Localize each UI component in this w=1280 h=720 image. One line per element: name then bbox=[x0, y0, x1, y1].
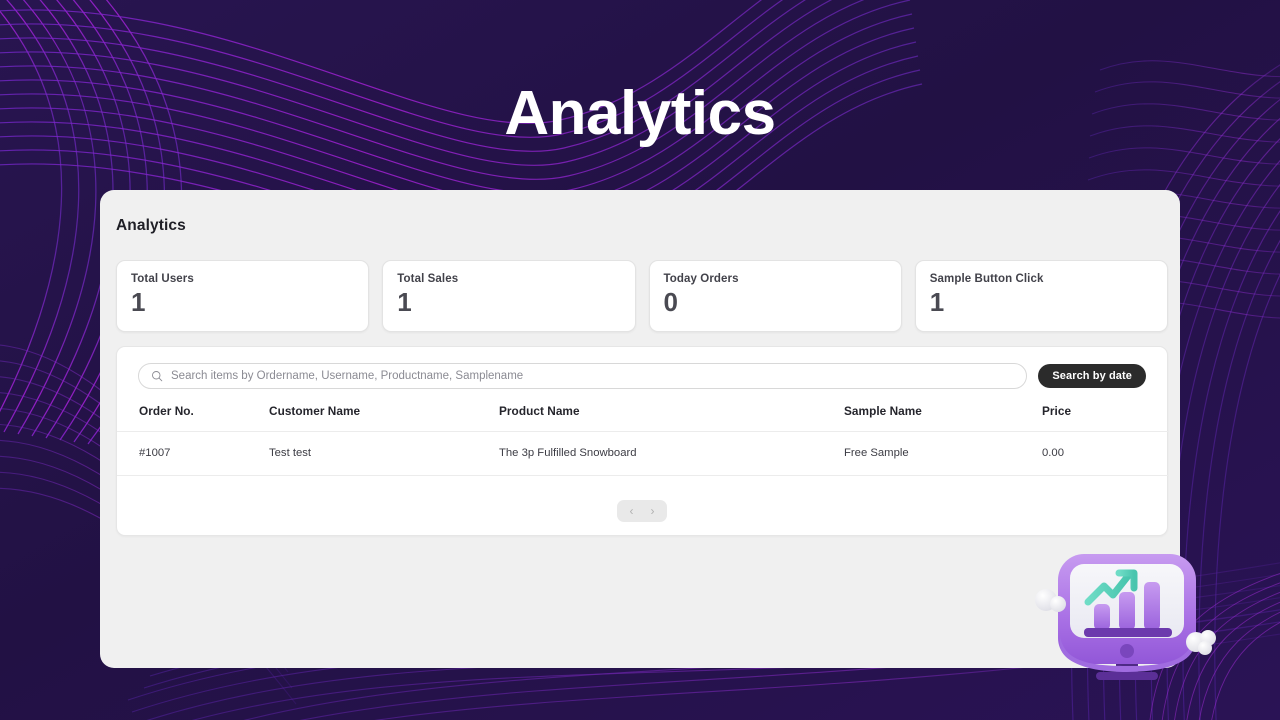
stat-card-total-users: Total Users 1 bbox=[116, 260, 370, 332]
search-input[interactable] bbox=[171, 365, 1015, 387]
stat-value: 0 bbox=[663, 287, 678, 317]
panel-heading: Analytics bbox=[116, 217, 186, 234]
stat-value: 1 bbox=[929, 287, 945, 317]
stat-label: Total Sales bbox=[397, 273, 459, 285]
cell-sample-name: Free Sample bbox=[844, 431, 1042, 476]
page-title: Analytics bbox=[504, 79, 776, 148]
stat-label: Total Users bbox=[131, 273, 194, 285]
stat-label: Sample Button Click bbox=[929, 273, 1044, 285]
chevron-left-icon[interactable]: ‹ bbox=[621, 500, 642, 522]
column-header-order-no: Order No. bbox=[117, 400, 269, 432]
stat-value: 1 bbox=[131, 287, 146, 317]
app-root: Analytics Analytics Total Users 1 Total … bbox=[0, 0, 1280, 720]
cell-customer-name: Test test bbox=[269, 431, 499, 476]
stat-card-total-sales: Total Sales 1 bbox=[382, 260, 636, 332]
cell-order-no: #1007 bbox=[117, 431, 269, 476]
pager-group: ‹ › bbox=[617, 500, 667, 522]
analytics-monitor-illustration bbox=[1035, 554, 1216, 680]
search-icon bbox=[151, 370, 163, 382]
table-row[interactable]: #1007 Test test The 3p Fulfilled Snowboa… bbox=[117, 431, 1169, 476]
column-header-sample-name: Sample Name bbox=[844, 400, 1042, 432]
analytics-panel: Analytics Total Users 1 Total Sales 1 To… bbox=[100, 190, 1180, 668]
orders-table-card: Search by date Order No. Customer Name P… bbox=[116, 346, 1169, 536]
stat-card-today-orders: Today Orders 0 bbox=[648, 260, 902, 332]
orders-table: Order No. Customer Name Product Name Sam… bbox=[117, 400, 1169, 476]
search-box[interactable] bbox=[138, 363, 1028, 389]
table-header-row: Order No. Customer Name Product Name Sam… bbox=[117, 400, 1169, 432]
column-header-customer-name: Customer Name bbox=[269, 400, 499, 432]
stat-label: Today Orders bbox=[663, 273, 739, 285]
stats-row: Total Users 1 Total Sales 1 Today Orders… bbox=[116, 260, 1168, 332]
search-by-date-button[interactable]: Search by date bbox=[1038, 364, 1146, 388]
stat-value: 1 bbox=[397, 287, 412, 317]
search-row: Search by date bbox=[138, 363, 1146, 389]
cell-price: 0.00 bbox=[1042, 431, 1169, 476]
stat-card-sample-button-click: Sample Button Click 1 bbox=[914, 260, 1168, 332]
pagination: ‹ › bbox=[117, 500, 1167, 522]
chevron-right-icon[interactable]: › bbox=[642, 500, 663, 522]
cell-product-name: The 3p Fulfilled Snowboard bbox=[499, 431, 844, 476]
column-header-product-name: Product Name bbox=[499, 400, 844, 432]
column-header-price: Price bbox=[1042, 400, 1169, 432]
